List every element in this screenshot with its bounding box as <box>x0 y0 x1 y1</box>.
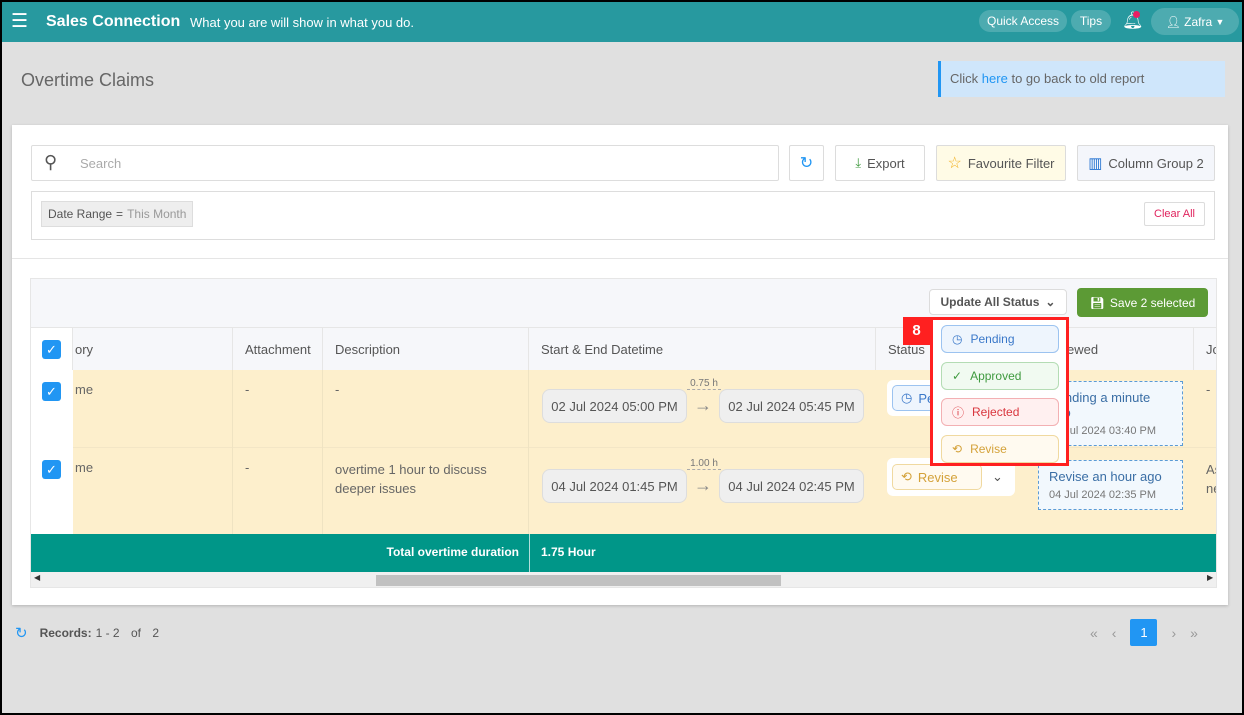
chevron-down-icon: ⌄ <box>1045 295 1056 309</box>
status-option-revise[interactable]: ⟲ Revise <box>941 435 1059 463</box>
save-selected-button[interactable]: 💾︎ Save 2 selected <box>1077 288 1208 317</box>
col-description[interactable]: Description <box>323 328 529 371</box>
col-datetime[interactable]: Start & End Datetime <box>529 328 876 371</box>
col-attachment[interactable]: Attachment <box>233 328 323 371</box>
col-jo[interactable]: Jo <box>1194 328 1216 371</box>
arrow-right-icon: → <box>694 395 712 415</box>
status-option-pending[interactable]: ◷ Pending <box>941 325 1059 353</box>
first-page-icon[interactable]: « <box>1090 625 1098 641</box>
pagination: « ‹ 1 › » <box>1090 619 1198 646</box>
row-checkbox[interactable]: ✓ <box>42 382 61 401</box>
star-icon: ☆ <box>947 155 962 172</box>
check-icon: ✓ <box>952 369 963 383</box>
clock-icon: ◷ <box>952 332 963 346</box>
step-badge: 8 <box>903 317 930 345</box>
filter-chip[interactable]: Date Range = This Month <box>41 201 194 227</box>
app-name[interactable]: Sales Connection <box>46 13 180 31</box>
next-page-icon[interactable]: › <box>1171 625 1176 641</box>
scroll-left-icon[interactable]: ◀ <box>34 573 40 582</box>
update-all-status-select[interactable]: Update All Status ⌄ <box>929 289 1067 315</box>
user-icon: 👤︎ <box>1165 14 1181 29</box>
save-icon: 💾︎ <box>1089 295 1105 310</box>
user-menu[interactable]: 👤︎ Zafra ▼ <box>1151 8 1239 35</box>
status-option-approved[interactable]: ✓ Approved <box>941 362 1059 390</box>
tips-button[interactable]: Tips <box>1071 10 1111 32</box>
menu-icon[interactable]: ☰ <box>11 12 28 31</box>
select-all-checkbox[interactable]: ✓ <box>42 340 61 359</box>
page-1-button[interactable]: 1 <box>1130 619 1158 646</box>
refresh-icon: ↻ <box>799 155 814 172</box>
top-navbar: ☰ Sales Connection What you are will sho… <box>2 2 1242 42</box>
columns-icon: ▥ <box>1088 155 1103 172</box>
status-option-rejected[interactable]: ⓘ Rejected <box>941 398 1059 426</box>
clear-all-button[interactable]: Clear All <box>1144 202 1205 226</box>
chevron-down-icon: ⌄ <box>992 469 1003 484</box>
prev-page-icon[interactable]: ‹ <box>1112 625 1117 641</box>
tagline: What you are will show in what you do. <box>190 15 414 30</box>
reviewed-info: Revise an hour ago 04 Jul 2024 02:35 PM <box>1038 460 1183 510</box>
refresh-icon[interactable]: ↻ <box>15 624 28 642</box>
status-badge: ⟲ Revise <box>892 464 982 490</box>
favourite-filter-button[interactable]: ☆ Favourite Filter <box>936 145 1066 181</box>
history-icon: ⟲ <box>901 469 912 484</box>
scroll-right-icon[interactable]: ▶ <box>1207 573 1213 582</box>
column-group-button[interactable]: ▥ Column Group 2 <box>1077 145 1215 181</box>
horizontal-scrollbar[interactable]: ◀ ▶ <box>31 572 1216 587</box>
last-page-icon[interactable]: » <box>1190 625 1198 641</box>
filter-bar: Date Range = This Month Clear All <box>31 191 1215 240</box>
chevron-down-icon: ▼ <box>1215 16 1225 27</box>
records-info: ↻ Records: 1 - 2 of 2 <box>15 624 159 642</box>
select-all-cell: ✓ <box>31 328 73 371</box>
clock-icon: ◷ <box>901 390 913 405</box>
old-report-link[interactable]: here <box>982 71 1008 86</box>
row-checkbox[interactable]: ✓ <box>42 460 61 479</box>
info-icon: ⓘ <box>952 405 965 420</box>
search-input[interactable]: ⚲ Search <box>31 145 779 181</box>
search-icon: ⚲ <box>44 152 58 172</box>
scrollbar-thumb[interactable] <box>376 575 781 586</box>
download-icon: ⤓ <box>855 155 862 170</box>
history-icon: ⟲ <box>952 442 963 456</box>
page-title: Overtime Claims <box>21 70 155 90</box>
quick-access-button[interactable]: Quick Access <box>979 10 1067 32</box>
arrow-right-icon: → <box>694 475 712 495</box>
col-category[interactable]: ory <box>73 328 233 371</box>
status-dropdown: ◷ Pending ✓ Approved ⓘ Rejected ⟲ Revise <box>930 317 1069 466</box>
divider <box>12 258 1228 259</box>
refresh-button[interactable]: ↻ <box>789 145 824 181</box>
bell-icon[interactable]: 🔔︎ <box>1122 11 1144 31</box>
old-report-notice: Click here to go back to old report <box>938 61 1225 97</box>
export-button[interactable]: ⤓ Export <box>835 145 925 181</box>
total-row: Total overtime duration 1.75 Hour <box>31 534 1216 572</box>
